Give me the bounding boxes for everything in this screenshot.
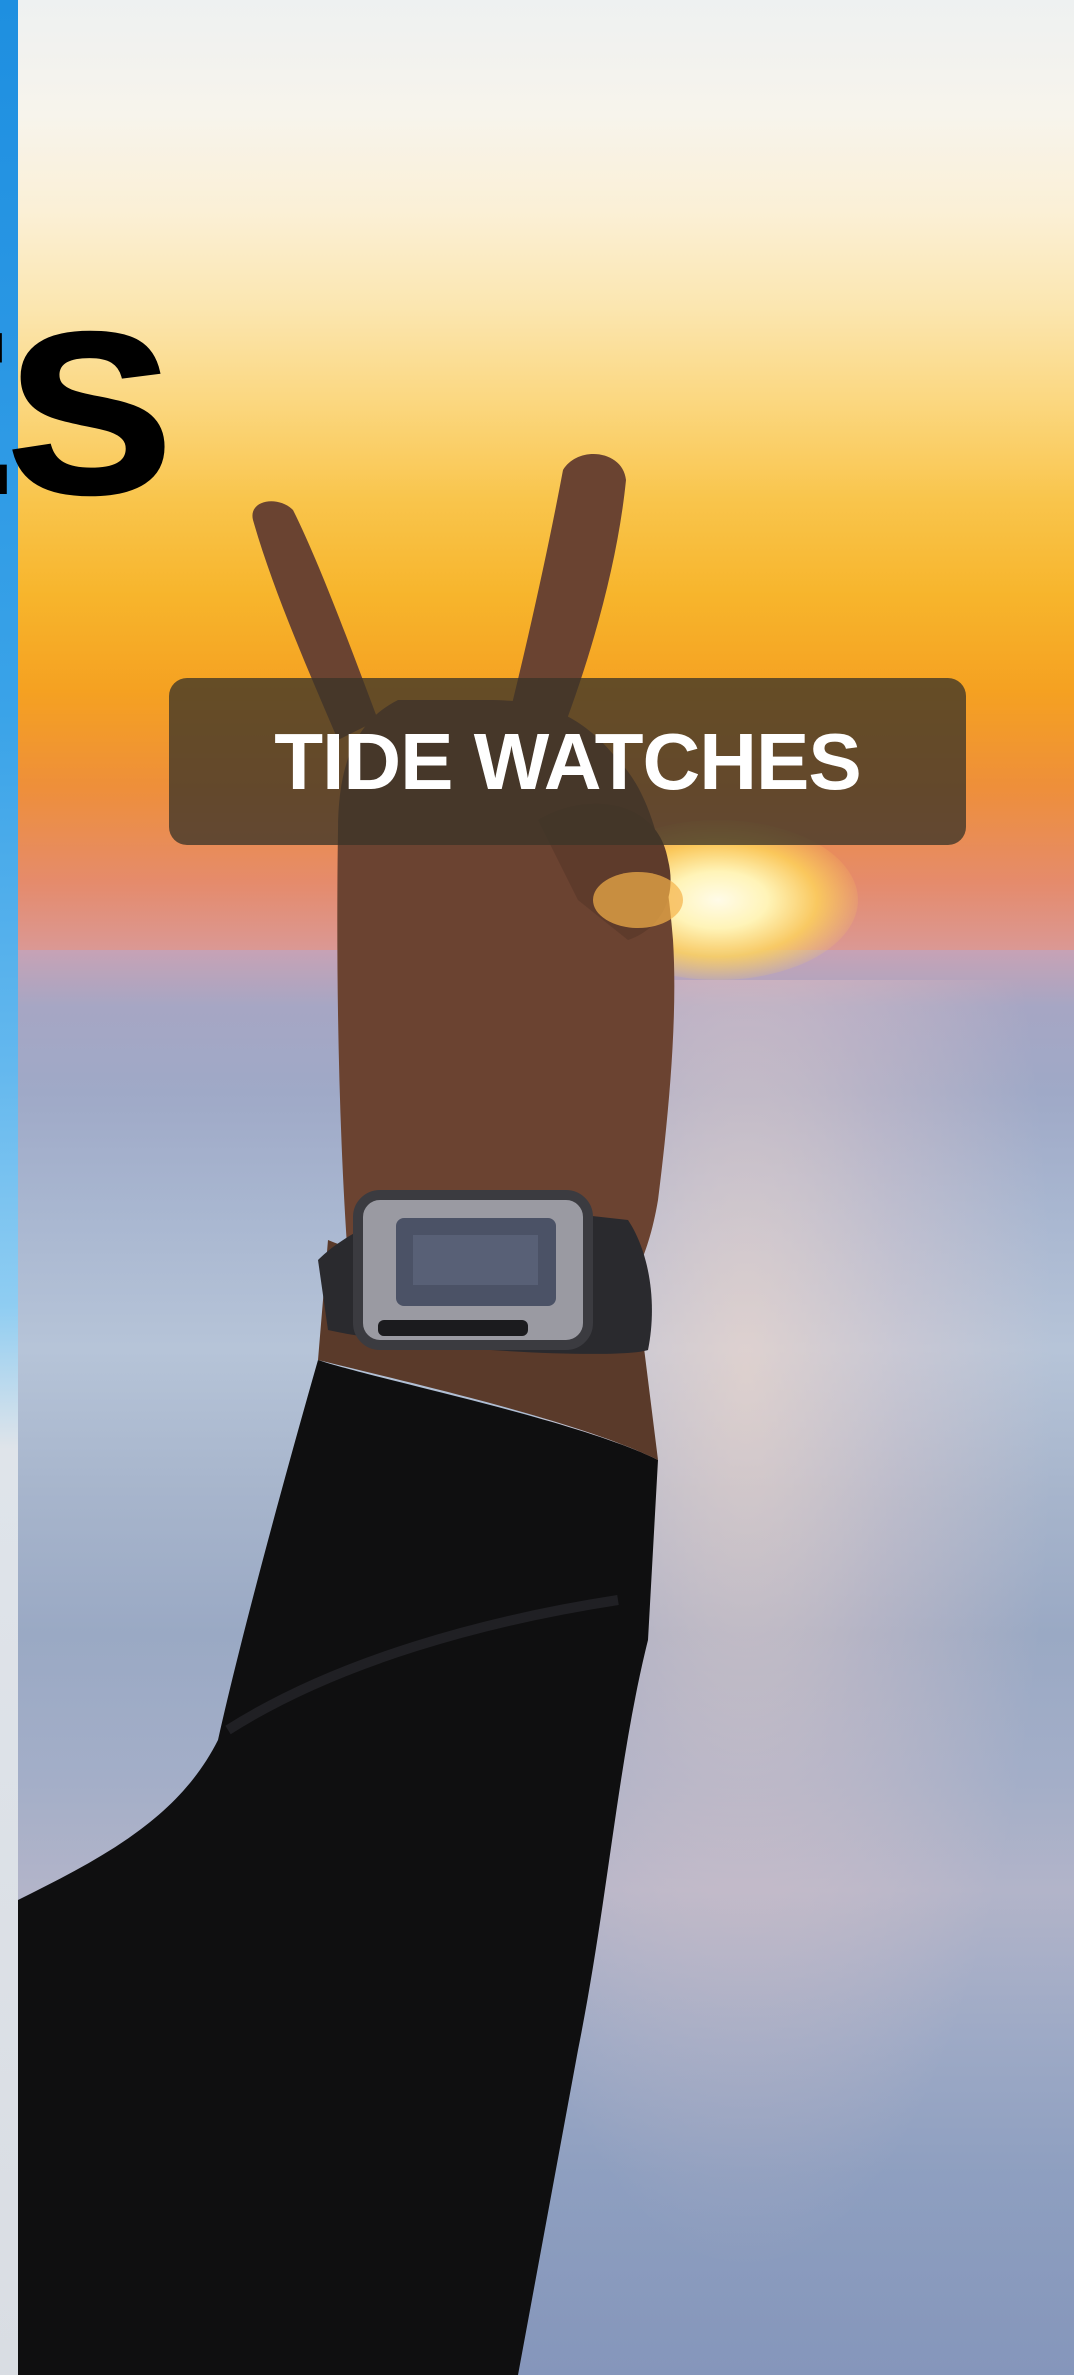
sleeve	[18, 1360, 658, 2375]
carousel-viewport[interactable]: ES TIDE	[0, 0, 1074, 2375]
hand-with-watch-illustration	[18, 453, 683, 2375]
slide-title-text: TIDE WATCHES	[274, 716, 862, 806]
previous-slide-heading: ES	[0, 287, 174, 541]
slide-title-label[interactable]: TIDE WATCHES	[169, 678, 966, 845]
slide-photo[interactable]	[18, 0, 1074, 2375]
